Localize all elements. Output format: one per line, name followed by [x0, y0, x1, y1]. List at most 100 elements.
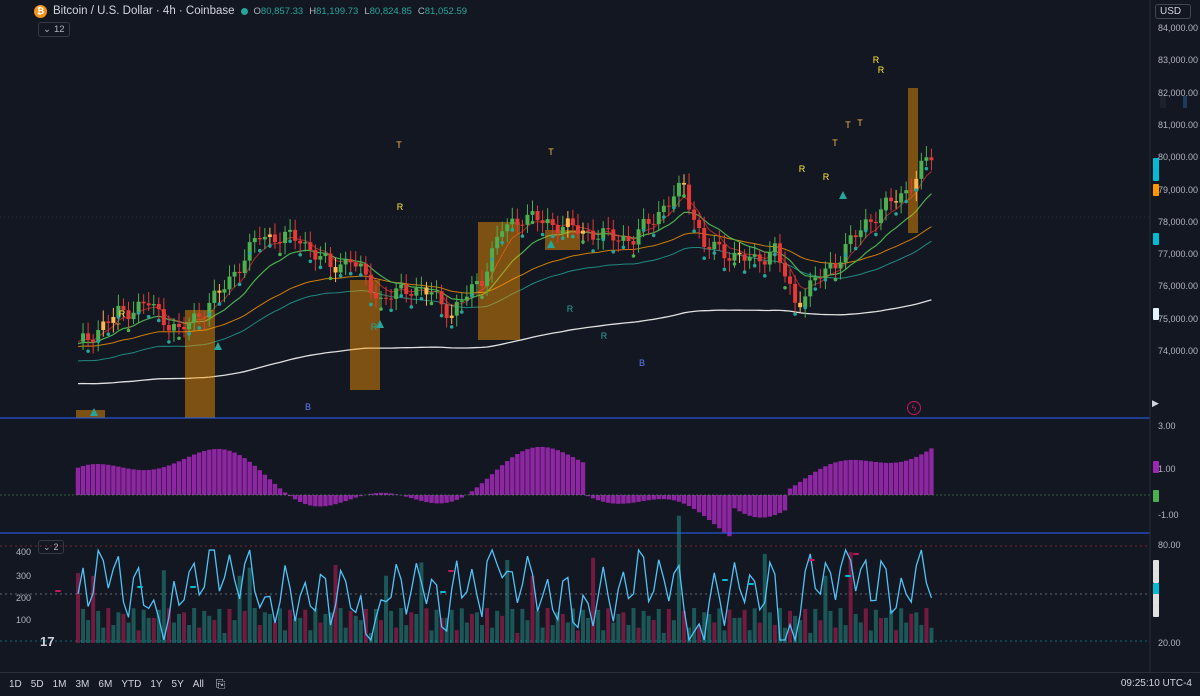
volume-bar: [313, 608, 317, 643]
trend-dot: [86, 349, 90, 353]
timeframe-5y[interactable]: 5Y: [172, 679, 184, 690]
osc-bar: [192, 455, 196, 495]
candle-body: [697, 220, 701, 228]
volume-bar: [621, 612, 625, 643]
osc-bar: [116, 467, 120, 495]
volume-bar: [536, 611, 540, 643]
trend-dot: [369, 303, 373, 307]
indicators-toggle[interactable]: ⌄ 12: [38, 22, 70, 37]
signal-label: R: [601, 331, 608, 341]
volume-bar: [273, 622, 277, 643]
candle-body: [874, 222, 878, 223]
date-range-icon[interactable]: ⎘: [216, 677, 226, 692]
osc-bar: [167, 465, 171, 495]
osc-bar: [732, 495, 736, 508]
candle-body: [561, 227, 565, 233]
candle-body: [323, 254, 327, 257]
candle-body: [566, 218, 570, 227]
candle-body: [157, 304, 161, 309]
candle-body: [212, 291, 216, 303]
osc-bar: [475, 487, 479, 495]
timeframe-1m[interactable]: 1M: [53, 679, 67, 690]
candle-body: [379, 298, 383, 299]
osc-bar: [535, 447, 539, 495]
osc-bar: [429, 495, 433, 503]
trend-dot: [733, 262, 737, 266]
volume-bar: [859, 622, 863, 643]
candle-body: [334, 267, 338, 272]
clock[interactable]: 09:25:10 UTC-4: [1121, 678, 1192, 689]
osc-bar: [450, 495, 454, 502]
osc-bar: [237, 455, 241, 495]
timeframe-3m[interactable]: 3M: [76, 679, 90, 690]
osc-bar: [505, 461, 509, 495]
trend-dot: [137, 311, 141, 315]
trend-dot: [601, 238, 605, 242]
osc-bar: [904, 461, 908, 495]
lightning-icon[interactable]: ϟ: [907, 401, 921, 415]
symbol-title[interactable]: Bitcoin / U.S. Dollar · 4h · Coinbase: [53, 5, 235, 17]
volume-bar: [435, 610, 439, 643]
currency-button[interactable]: USD: [1155, 4, 1191, 19]
trend-dot: [864, 229, 868, 233]
volume-bar: [495, 611, 499, 643]
candle-body: [248, 242, 252, 261]
signal-label: R: [878, 65, 885, 75]
timeframe-1y[interactable]: 1Y: [150, 679, 162, 690]
timeframe-all[interactable]: All: [193, 679, 204, 690]
ma-teal-tag: [1153, 233, 1159, 245]
candle-body: [834, 263, 838, 268]
scroll-right-icon[interactable]: ▶: [1152, 398, 1159, 409]
osc-bar: [798, 482, 802, 495]
symbol-header: ₿ Bitcoin / U.S. Dollar · 4h · Coinbase …: [34, 3, 467, 19]
candle-body: [778, 243, 782, 262]
candle-body: [899, 193, 903, 202]
rsi-signal-bull: [845, 575, 851, 577]
candle-body: [132, 313, 136, 319]
osc-bar: [96, 464, 100, 495]
rsi-indicators-toggle[interactable]: ⌄ 2: [38, 540, 64, 554]
osc-bar: [899, 462, 903, 495]
osc-bar: [717, 495, 721, 528]
trend-dot: [107, 332, 111, 336]
timeframe-5d[interactable]: 5D: [31, 679, 44, 690]
volume-bar: [874, 610, 878, 643]
volume-bar: [813, 609, 817, 643]
candle-body: [404, 284, 408, 294]
volume-bar: [596, 610, 600, 643]
volume-bar: [591, 558, 595, 643]
trend-dot: [632, 254, 636, 258]
timeframe-ytd[interactable]: YTD: [121, 679, 141, 690]
volume-bar: [818, 620, 822, 643]
candle-body: [268, 234, 272, 236]
osc-bar: [152, 469, 156, 495]
volume-bar: [475, 612, 479, 643]
candle-body: [162, 309, 166, 325]
chart-canvas[interactable]: TRRTTRRBBRRRTTTRR: [0, 0, 1200, 695]
signal-label: T: [857, 118, 863, 128]
volume-bar: [828, 611, 832, 643]
osc-bar: [677, 495, 681, 502]
timeframe-6m[interactable]: 6M: [98, 679, 112, 690]
osc-value-tag: [1153, 461, 1159, 473]
candle-body: [101, 322, 105, 330]
price-axis-label: 84,000.00: [1158, 23, 1198, 33]
osc-bar: [566, 455, 570, 495]
timeframe-1d[interactable]: 1D: [9, 679, 22, 690]
candle-body: [601, 228, 605, 239]
osc-bar: [490, 474, 494, 495]
trend-dot: [723, 268, 727, 272]
candle-body: [243, 261, 247, 273]
osc-bar: [212, 449, 216, 495]
osc-bar: [813, 472, 817, 495]
candle-body: [869, 219, 873, 221]
candle-body: [172, 324, 176, 331]
trend-dot: [803, 306, 807, 310]
candle-body: [424, 287, 428, 294]
volume-bar: [182, 612, 186, 643]
trend-dot: [430, 302, 434, 306]
ohlc-open: O80,857.33: [254, 6, 304, 17]
osc-bar: [470, 491, 474, 495]
volume-axis-label: 300: [16, 571, 31, 581]
trend-dot: [662, 215, 666, 219]
